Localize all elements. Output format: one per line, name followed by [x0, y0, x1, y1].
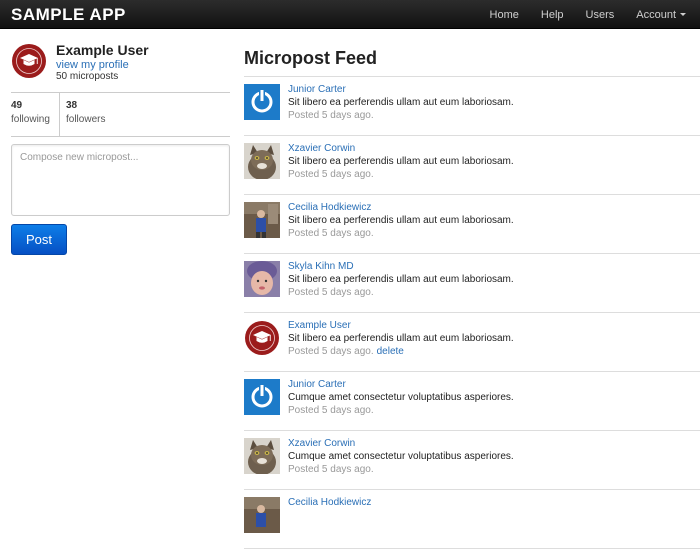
followers-label: followers	[66, 114, 106, 125]
seal-icon	[12, 44, 46, 78]
compose-micropost-input[interactable]	[11, 144, 230, 216]
user-info: Example User view my profile 50 micropos…	[11, 40, 230, 88]
feed-content: Sit libero ea perferendis ullam aut eum …	[288, 156, 514, 167]
sidebar: Example User view my profile 50 micropos…	[11, 40, 230, 255]
feed-user-link[interactable]: Xzavier Corwin	[288, 438, 355, 449]
feed-item: Cecilia Hodkiewicz Sit libero ea perfere…	[244, 195, 700, 254]
feed-timestamp: Posted 5 days ago.	[288, 464, 374, 475]
feed-list: Junior Carter Sit libero ea perferendis …	[244, 76, 700, 549]
stats: 49 following 38 followers	[11, 92, 230, 137]
seal-icon[interactable]	[244, 320, 280, 356]
brand-logo[interactable]: SAMPLE APP	[11, 5, 126, 25]
user-name: Example User	[56, 42, 149, 58]
feed-timestamp: Posted 5 days ago.	[288, 228, 374, 239]
feed-item: Example User Sit libero ea perferendis u…	[244, 313, 700, 372]
micropost-count: 50 microposts	[56, 71, 119, 82]
feed-user-link[interactable]: Cecilia Hodkiewicz	[288, 497, 371, 508]
feed-content: Sit libero ea perferendis ullam aut eum …	[288, 215, 514, 226]
account-label: Account	[636, 8, 676, 21]
caret-down-icon	[680, 13, 686, 17]
nav-links: Home Help Users Account	[468, 0, 686, 29]
nav-help-link[interactable]: Help	[541, 9, 564, 21]
nav-account-dropdown[interactable]: Account	[636, 9, 686, 21]
cat-photo[interactable]	[244, 143, 280, 179]
feed-item: Skyla Kihn MD Sit libero ea perferendis …	[244, 254, 700, 313]
navbar: SAMPLE APP Home Help Users Account	[0, 0, 700, 29]
feed-content: Sit libero ea perferendis ullam aut eum …	[288, 97, 514, 108]
feed-title: Micropost Feed	[244, 48, 378, 68]
following-count: 49	[11, 100, 23, 111]
feed-content: Sit libero ea perferendis ullam aut eum …	[288, 333, 514, 344]
feed-timestamp: Posted 5 days ago.	[288, 287, 374, 298]
person-photo[interactable]	[244, 202, 280, 238]
feed-user-link[interactable]: Example User	[288, 320, 351, 331]
post-button[interactable]: Post	[11, 224, 67, 255]
nav-users-link[interactable]: Users	[586, 9, 615, 21]
cat-photo[interactable]	[244, 438, 280, 474]
person-photo[interactable]	[244, 497, 280, 533]
feed-item: Junior Carter Cumque amet consectetur vo…	[244, 372, 700, 431]
view-profile-link[interactable]: view my profile	[56, 59, 129, 71]
feed-timestamp: Posted 5 days ago.	[288, 110, 374, 121]
delete-link[interactable]: delete	[377, 346, 404, 357]
feed-item: Xzavier Corwin Sit libero ea perferendis…	[244, 136, 700, 195]
followers-count: 38	[66, 100, 78, 111]
feed-item: Junior Carter Sit libero ea perferendis …	[244, 77, 700, 136]
feed-user-link[interactable]: Cecilia Hodkiewicz	[288, 202, 371, 213]
feed-timestamp: Posted 5 days ago.	[288, 405, 374, 416]
following-stat[interactable]: 49 following	[11, 93, 60, 136]
feed-content: Cumque amet consectetur voluptatibus asp…	[288, 392, 514, 403]
power-icon[interactable]	[244, 84, 280, 120]
followers-stat[interactable]: 38 followers	[60, 93, 105, 136]
feed-item: Cecilia Hodkiewicz	[244, 490, 700, 549]
feed-timestamp: Posted 5 days ago. delete	[288, 346, 404, 357]
feed-content: Cumque amet consectetur voluptatibus asp…	[288, 451, 514, 462]
following-label: following	[11, 114, 50, 125]
feed-user-link[interactable]: Junior Carter	[288, 379, 346, 390]
micropost-feed: Micropost Feed Junior Carter Sit libero …	[244, 48, 700, 549]
feed-timestamp-text: Posted 5 days ago.	[288, 346, 374, 357]
power-icon[interactable]	[244, 379, 280, 415]
feed-user-link[interactable]: Junior Carter	[288, 84, 346, 95]
baby-photo[interactable]	[244, 261, 280, 297]
feed-timestamp: Posted 5 days ago.	[288, 169, 374, 180]
feed-user-link[interactable]: Xzavier Corwin	[288, 143, 355, 154]
feed-user-link[interactable]: Skyla Kihn MD	[288, 261, 354, 272]
nav-home-link[interactable]: Home	[490, 9, 519, 21]
feed-item: Xzavier Corwin Cumque amet consectetur v…	[244, 431, 700, 490]
feed-content: Sit libero ea perferendis ullam aut eum …	[288, 274, 514, 285]
